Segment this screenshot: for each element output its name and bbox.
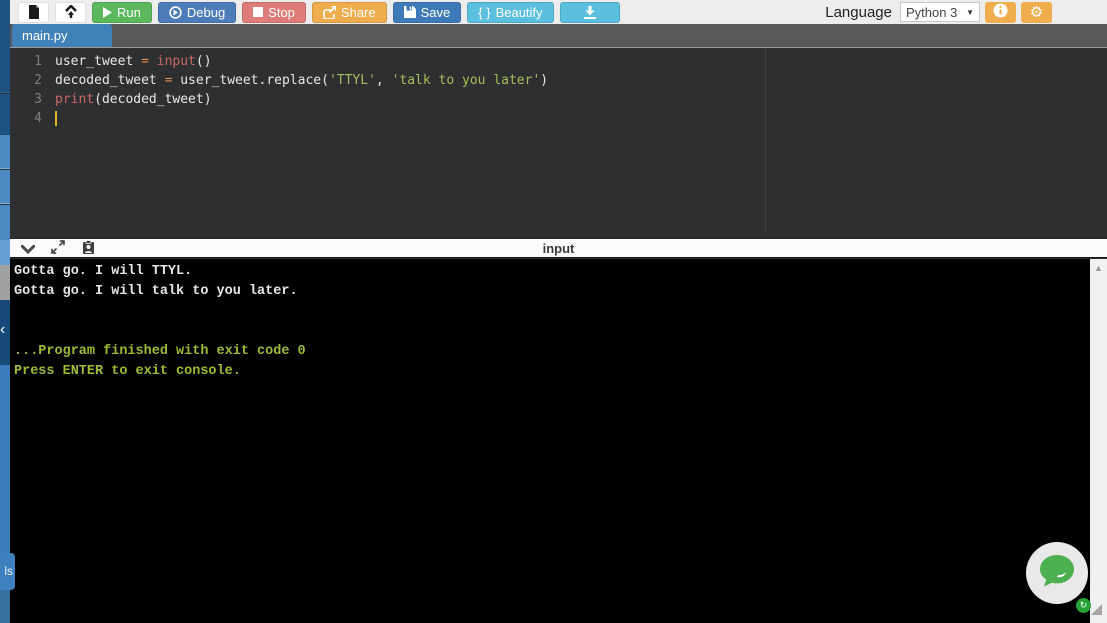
console-line: Gotta go. I will TTYL. bbox=[14, 264, 193, 279]
toolbar: Run Debug Stop Share Save { } Beautify L… bbox=[10, 0, 1107, 24]
beautify-button[interactable]: { } Beautify bbox=[467, 1, 554, 23]
info-button[interactable] bbox=[985, 1, 1016, 23]
stop-label: Stop bbox=[268, 4, 295, 20]
code-text bbox=[55, 109, 57, 128]
code-line: 4 bbox=[10, 109, 1107, 128]
gear-icon: ⚙ bbox=[1029, 4, 1044, 21]
new-file-button[interactable] bbox=[18, 1, 49, 23]
text-cursor bbox=[55, 111, 57, 126]
tab-main-py[interactable]: main.py bbox=[12, 24, 112, 47]
file-icon bbox=[28, 5, 40, 19]
beautify-label: Beautify bbox=[495, 4, 543, 20]
share-button[interactable] bbox=[0, 240, 10, 265]
share-button[interactable] bbox=[0, 135, 10, 169]
info-icon bbox=[993, 3, 1008, 21]
console-line: Press ENTER to exit console. bbox=[14, 364, 241, 379]
chat-widget-button[interactable] bbox=[1026, 542, 1088, 604]
console-lines: Gotta go. I will TTYL. Gotta go. I will t… bbox=[14, 262, 1107, 382]
stop-icon bbox=[253, 7, 264, 17]
share-strip-filler bbox=[0, 365, 10, 553]
save-button[interactable]: Save bbox=[392, 1, 462, 23]
braces-icon: { } bbox=[478, 4, 491, 20]
console-scrollbar[interactable]: ▲ bbox=[1090, 259, 1107, 623]
share-toolbar-button[interactable]: Share bbox=[311, 1, 387, 23]
code-lines: 1 user_tweet = input() 2 decoded_tweet = us… bbox=[10, 52, 1107, 128]
code-text: print(decoded_tweet) bbox=[55, 92, 212, 107]
debug-icon bbox=[169, 5, 182, 19]
code-line: 1 user_tweet = input() bbox=[10, 52, 1107, 71]
chevron-left-icon: ‹ bbox=[0, 321, 6, 338]
console-line: Gotta go. I will talk to you later. bbox=[14, 284, 298, 299]
code-text: decoded_tweet = user_tweet.replace('TTYL… bbox=[55, 73, 549, 88]
share-strip-filler bbox=[0, 590, 10, 623]
stop-button[interactable]: Stop bbox=[242, 1, 306, 23]
side-tab-label: ls bbox=[4, 564, 13, 578]
debug-label: Debug bbox=[186, 4, 226, 20]
share-label: Share bbox=[340, 4, 376, 20]
resize-grip[interactable] bbox=[1091, 604, 1102, 615]
language-select[interactable]: Python 3 ▼ bbox=[900, 2, 980, 22]
chat-bubble-icon bbox=[1038, 553, 1076, 594]
tab-label: main.py bbox=[22, 28, 68, 43]
download-button[interactable] bbox=[559, 1, 620, 23]
social-share-strip: ‹ bbox=[0, 0, 10, 623]
my-projects-button[interactable] bbox=[55, 1, 86, 23]
language-label: Language bbox=[825, 3, 892, 21]
scroll-up-arrow-icon[interactable]: ▲ bbox=[1090, 263, 1107, 273]
code-editor[interactable]: 1 user_tweet = input() 2 decoded_tweet = us… bbox=[10, 47, 1107, 232]
line-number: 2 bbox=[34, 73, 42, 88]
print-margin-line bbox=[765, 48, 766, 232]
upload-home-icon bbox=[64, 5, 78, 19]
share-button[interactable] bbox=[0, 94, 10, 135]
console-output[interactable]: Gotta go. I will TTYL. Gotta go. I will t… bbox=[10, 259, 1107, 623]
run-label: Run bbox=[117, 4, 141, 20]
console-header: input bbox=[10, 237, 1107, 258]
side-tab-partial[interactable]: ls bbox=[0, 553, 15, 590]
save-icon bbox=[403, 6, 416, 18]
line-number: 3 bbox=[34, 92, 42, 107]
debug-button[interactable]: Debug bbox=[157, 1, 237, 23]
play-icon bbox=[103, 6, 112, 18]
download-icon bbox=[583, 5, 597, 19]
code-text: user_tweet = input() bbox=[55, 54, 212, 69]
save-label: Save bbox=[420, 4, 451, 20]
language-selected-value: Python 3 bbox=[906, 4, 958, 20]
chevron-down-icon: ▼ bbox=[966, 7, 974, 17]
code-line: 2 decoded_tweet = user_tweet.replace('TTY… bbox=[10, 71, 1107, 90]
line-number: 4 bbox=[34, 111, 42, 126]
share-button[interactable] bbox=[0, 0, 10, 93]
code-line: 3 print(decoded_tweet) bbox=[10, 90, 1107, 109]
console-input-label: input bbox=[542, 241, 575, 256]
mini-status-icon[interactable]: ↻ bbox=[1076, 598, 1091, 613]
toolbar-right-group: Language Python 3 ▼ ⚙ bbox=[825, 1, 1052, 23]
share-more-button[interactable] bbox=[0, 265, 10, 300]
collapse-sidebar-arrow[interactable]: ‹ bbox=[0, 300, 10, 365]
line-number: 1 bbox=[34, 54, 42, 69]
editor-tabbar: main.py bbox=[10, 24, 1107, 47]
run-button[interactable]: Run bbox=[92, 1, 152, 23]
settings-button[interactable]: ⚙ bbox=[1021, 1, 1052, 23]
onlinegdb-ide-window: ‹ ls Run Debug Stop Share Save {} Beaut… bbox=[0, 0, 1107, 623]
share-button[interactable] bbox=[0, 205, 10, 240]
share-icon bbox=[323, 5, 336, 19]
console-line: ...Program finished with exit code 0 bbox=[14, 344, 306, 359]
share-button[interactable] bbox=[0, 170, 10, 204]
